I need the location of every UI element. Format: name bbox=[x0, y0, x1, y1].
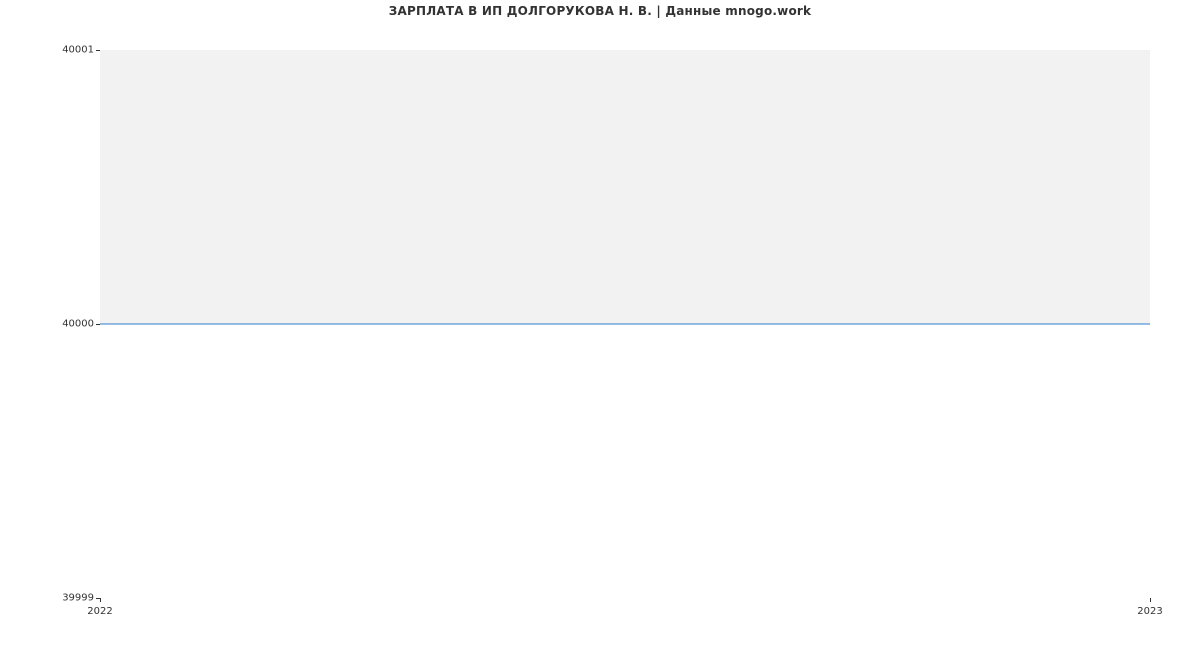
plot-area bbox=[100, 50, 1150, 598]
x-tick bbox=[1150, 598, 1151, 602]
y-tick-label: 40000 bbox=[62, 319, 94, 330]
y-tick-label: 39999 bbox=[62, 593, 94, 604]
x-tick-label: 2023 bbox=[1137, 606, 1162, 617]
y-tick-label: 40001 bbox=[62, 45, 94, 56]
chart-title: ЗАРПЛАТА В ИП ДОЛГОРУКОВА Н. В. | Данные… bbox=[0, 4, 1200, 18]
area-fill bbox=[100, 50, 1150, 324]
chart-container: ЗАРПЛАТА В ИП ДОЛГОРУКОВА Н. В. | Данные… bbox=[0, 0, 1200, 650]
series-line bbox=[100, 324, 1150, 325]
x-tick-label: 2022 bbox=[87, 606, 112, 617]
x-tick bbox=[100, 598, 101, 602]
